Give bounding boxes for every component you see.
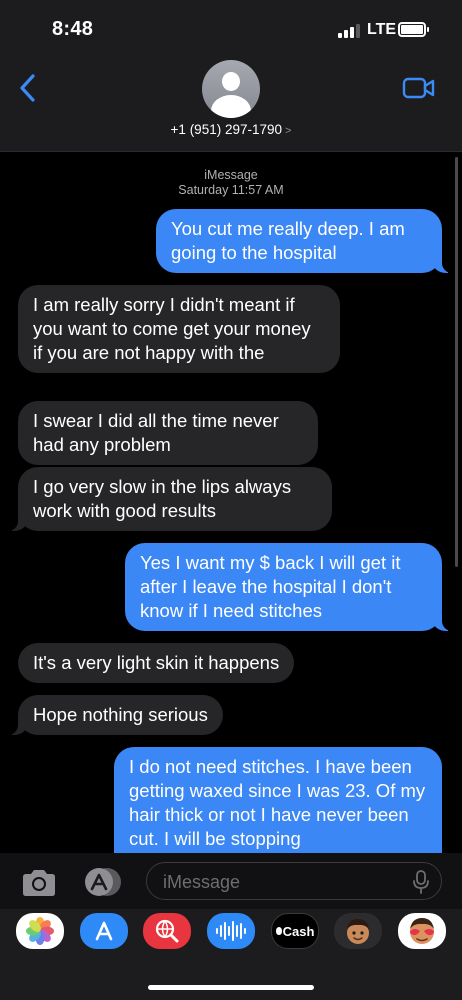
- app-store-app[interactable]: [80, 913, 128, 949]
- message-bubble-outgoing[interactable]: Yes I want my $ back I will get it after…: [125, 543, 454, 631]
- back-button[interactable]: [14, 70, 44, 106]
- message-text: I am really sorry I didn't meant if you …: [33, 294, 311, 363]
- waveform-icon: [216, 921, 246, 941]
- message-input-placeholder: iMessage: [163, 872, 241, 892]
- contact-avatar[interactable]: [202, 60, 260, 118]
- message-text: Yes I want my $ back I will get it after…: [140, 552, 401, 621]
- service-label: iMessage: [204, 168, 258, 182]
- message-text: You cut me really deep. I am going to th…: [171, 218, 405, 263]
- imessage-app-drawer: Cash: [0, 909, 462, 1000]
- message-bubble-incoming[interactable]: I swear I did all the time never had any…: [18, 401, 318, 465]
- message-bubble-outgoing[interactable]: You cut me really deep. I am going to th…: [156, 209, 454, 273]
- memoji-app[interactable]: [334, 913, 382, 949]
- message-bubble-outgoing[interactable]: I do not need stitches. I have been gett…: [114, 747, 442, 853]
- message-text: Hope nothing serious: [33, 704, 208, 725]
- audio-message-app[interactable]: [207, 913, 255, 949]
- app-store-a-icon: [95, 921, 113, 941]
- apple-cash-app[interactable]: Cash: [271, 913, 319, 949]
- memoji-icon: [347, 919, 369, 944]
- battery-icon: [398, 22, 429, 37]
- contact-name: +1 (951) 297-1790: [170, 122, 283, 137]
- message-bubble-incoming[interactable]: I am really sorry I didn't meant if you …: [18, 285, 340, 373]
- facetime-video-button[interactable]: [402, 76, 436, 100]
- status-bar: 8:48 LTE: [0, 0, 462, 56]
- apple-logo-icon: [275, 927, 282, 935]
- photos-icon: [26, 917, 54, 945]
- memoji-stickers-icon: [410, 918, 434, 944]
- status-time: 8:48: [52, 18, 94, 40]
- conversation-header: +1 (951) 297-1790 >: [0, 56, 462, 152]
- chevron-left-icon: [20, 74, 35, 102]
- message-text: It's a very light skin it happens: [33, 652, 280, 673]
- message-text: I swear I did all the time never had any…: [33, 410, 279, 455]
- message-bubble-incoming[interactable]: It's a very light skin it happens: [18, 643, 295, 683]
- message-bubble-incoming[interactable]: I go very slow in the lips always work w…: [6, 467, 332, 531]
- dictation-button[interactable]: [413, 870, 429, 894]
- app-store-icon: [85, 868, 121, 896]
- compose-bar: iMessage: [0, 853, 462, 909]
- message-thread[interactable]: iMessage Saturday 11:57 AM You cut me re…: [0, 153, 462, 853]
- contact-name-button[interactable]: +1 (951) 297-1790 >: [0, 122, 462, 137]
- network-type: LTE: [367, 21, 397, 38]
- message-text: I go very slow in the lips always work w…: [33, 476, 292, 521]
- microphone-icon: [413, 870, 429, 894]
- signal-strength-icon: [338, 24, 362, 38]
- chevron-right-icon: >: [285, 125, 292, 137]
- camera-icon: [23, 870, 55, 896]
- globe-search-icon: [155, 919, 179, 943]
- video-camera-icon: [402, 77, 435, 99]
- photos-app[interactable]: [16, 913, 64, 949]
- home-indicator[interactable]: [148, 985, 314, 990]
- camera-button[interactable]: [20, 869, 58, 897]
- message-bubble-incoming[interactable]: Hope nothing serious: [6, 695, 223, 735]
- message-timestamp: Saturday 11:57 AM: [178, 183, 284, 197]
- scroll-indicator: [455, 157, 458, 567]
- memoji-stickers-app[interactable]: [398, 913, 446, 949]
- message-text: I do not need stitches. I have been gett…: [129, 756, 426, 849]
- message-input[interactable]: iMessage: [146, 862, 442, 900]
- images-search-app[interactable]: [143, 913, 191, 949]
- apple-cash-label: Cash: [282, 923, 315, 939]
- app-store-button[interactable]: [80, 867, 124, 897]
